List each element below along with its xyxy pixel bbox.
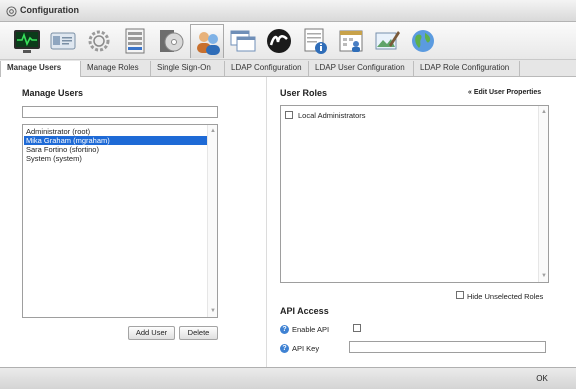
- user-list-item[interactable]: Sara Fortino (sfortino): [24, 145, 207, 154]
- tab-ldap-role-configuration[interactable]: LDAP Role Configuration: [414, 61, 520, 76]
- settings-tool-button[interactable]: [82, 24, 116, 58]
- disc-install-icon: [160, 30, 184, 52]
- settings-gear-icon: [88, 30, 110, 52]
- hide-unselected-roles-label: Hide Unselected Roles: [467, 292, 544, 301]
- globe-tool-button[interactable]: [406, 24, 440, 58]
- scroll-up-icon[interactable]: ▲: [540, 108, 548, 116]
- help-icon[interactable]: ?: [280, 325, 289, 334]
- main-content: Manage Users Administrator (root) Mika G…: [0, 77, 576, 367]
- monitor-tool-button[interactable]: [10, 24, 44, 58]
- footer-bar: OK: [0, 367, 576, 389]
- id-card-tool-button[interactable]: [46, 24, 80, 58]
- users-list-scrollbar[interactable]: ▲ ▼: [207, 125, 217, 317]
- image-edit-tool-button[interactable]: [370, 24, 404, 58]
- hide-unselected-roles-checkbox[interactable]: [456, 291, 464, 299]
- edit-user-properties-link[interactable]: « Edit User Properties: [468, 89, 541, 96]
- scroll-up-icon[interactable]: ▲: [209, 127, 217, 135]
- enable-api-label: Enable API: [292, 325, 330, 334]
- tab-ldap-configuration[interactable]: LDAP Configuration: [225, 61, 309, 76]
- monitor-icon: [14, 30, 40, 53]
- api-key-input[interactable]: [349, 341, 546, 353]
- panel-divider: [266, 77, 267, 367]
- brand-logo-icon: [267, 29, 291, 53]
- install-tool-button[interactable]: [154, 24, 188, 58]
- user-list-item[interactable]: Administrator (root): [24, 127, 207, 136]
- server-list-tool-button[interactable]: [118, 24, 152, 58]
- user-search-input[interactable]: [22, 106, 218, 118]
- notepad-tool-button[interactable]: [298, 24, 332, 58]
- tab-manage-users[interactable]: Manage Users: [0, 61, 81, 77]
- api-key-label: API Key: [292, 344, 320, 353]
- calendar-tool-button[interactable]: [334, 24, 368, 58]
- scroll-down-icon[interactable]: ▼: [209, 307, 217, 315]
- gear-icon: [6, 6, 17, 17]
- role-label: Local Administrators: [298, 111, 366, 120]
- tab-manage-roles[interactable]: Manage Roles: [81, 61, 151, 76]
- windows-tool-button[interactable]: [226, 24, 260, 58]
- toolbar: [0, 22, 576, 60]
- id-card-icon: [50, 32, 76, 50]
- users-icon: [197, 32, 220, 55]
- delete-button[interactable]: Delete: [179, 326, 218, 340]
- globe-icon: [412, 30, 434, 52]
- title-bar: Configuration: [0, 0, 576, 22]
- users-tool-button[interactable]: [190, 24, 224, 58]
- ok-button[interactable]: OK: [514, 372, 570, 386]
- server-list-icon: [125, 28, 145, 54]
- tab-bar: Manage Users Manage Roles Single Sign-On…: [0, 60, 576, 77]
- tab-ldap-user-configuration[interactable]: LDAP User Configuration: [309, 61, 414, 76]
- roles-list[interactable]: Local Administrators ▲ ▼: [280, 105, 549, 283]
- scroll-down-icon[interactable]: ▼: [540, 272, 548, 280]
- user-roles-heading: User Roles: [280, 88, 328, 98]
- help-icon[interactable]: ?: [280, 344, 289, 353]
- window-title: Configuration: [20, 5, 79, 15]
- notepad-info-icon: [304, 28, 327, 54]
- image-edit-icon: [375, 31, 400, 50]
- add-user-button[interactable]: Add User: [128, 326, 175, 340]
- windows-icon: [230, 30, 256, 52]
- tab-single-sign-on[interactable]: Single Sign-On: [151, 61, 225, 76]
- user-list-item[interactable]: System (system): [24, 154, 207, 163]
- manage-users-heading: Manage Users: [22, 88, 84, 98]
- role-checkbox[interactable]: [285, 111, 293, 119]
- user-list-item-selected[interactable]: Mika Graham (mgraham): [24, 136, 207, 145]
- brand-tool-button[interactable]: [262, 24, 296, 58]
- api-access-heading: API Access: [280, 306, 329, 316]
- enable-api-checkbox[interactable]: [353, 324, 361, 332]
- users-list[interactable]: Administrator (root) Mika Graham (mgraha…: [22, 124, 218, 318]
- roles-list-scrollbar[interactable]: ▲ ▼: [538, 106, 548, 282]
- calendar-user-icon: [339, 30, 363, 52]
